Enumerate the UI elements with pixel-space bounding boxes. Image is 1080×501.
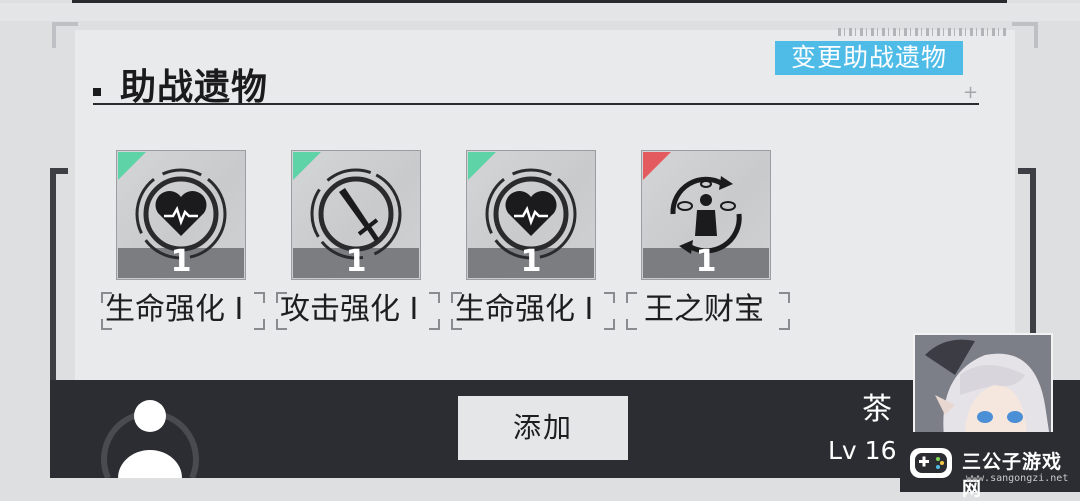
character-portrait[interactable] bbox=[913, 333, 1053, 447]
panel-corner-top-left bbox=[52, 22, 78, 48]
title-underline bbox=[93, 103, 979, 105]
relic-level: 1 bbox=[170, 244, 192, 279]
top-stripe bbox=[0, 3, 1080, 21]
relic-level: 1 bbox=[345, 244, 367, 279]
relic-name-text: 生命强化 bbox=[105, 292, 225, 327]
relic-name: 攻击强化 Ⅰ bbox=[276, 290, 440, 330]
relic-name: 王之财宝 bbox=[626, 290, 790, 330]
relic-tier: Ⅰ bbox=[409, 292, 419, 327]
character-avatar-icon bbox=[915, 335, 1051, 445]
player-level: Lv 16 bbox=[828, 436, 897, 465]
watermark-url: www.sangongzi.net bbox=[966, 473, 1069, 484]
relic-level: 1 bbox=[695, 244, 717, 279]
plus-mark-icon: + bbox=[963, 82, 979, 103]
relic-card[interactable]: 1 bbox=[466, 150, 596, 280]
title-bullet bbox=[93, 88, 101, 96]
relic-card[interactable]: 1 bbox=[291, 150, 421, 280]
relic-name: 生命强化 Ⅰ bbox=[451, 290, 615, 330]
avatar-placeholder-icon bbox=[101, 400, 199, 478]
panel-corner-top-right bbox=[1012, 22, 1038, 48]
relic-card[interactable]: 1 bbox=[641, 150, 771, 280]
relic-name-text: 王之财宝 bbox=[644, 292, 764, 327]
relic-tier: Ⅰ bbox=[584, 292, 594, 327]
change-support-relic-button[interactable]: 变更助战遗物 bbox=[775, 41, 963, 75]
relic-name-text: 攻击强化 bbox=[280, 292, 400, 327]
barcode-decoration bbox=[838, 28, 1008, 36]
watermark-logo-icon bbox=[910, 448, 952, 478]
relic-tier: Ⅰ bbox=[234, 292, 244, 327]
player-name: 茶 bbox=[862, 392, 892, 427]
add-button[interactable]: 添加 bbox=[458, 396, 628, 460]
relic-name-text: 生命强化 bbox=[455, 292, 575, 327]
relic-level: 1 bbox=[520, 244, 542, 279]
panel-bracket-left bbox=[50, 168, 68, 399]
relic-name: 生命强化 Ⅰ bbox=[101, 290, 265, 330]
relic-card[interactable]: 1 bbox=[116, 150, 246, 280]
